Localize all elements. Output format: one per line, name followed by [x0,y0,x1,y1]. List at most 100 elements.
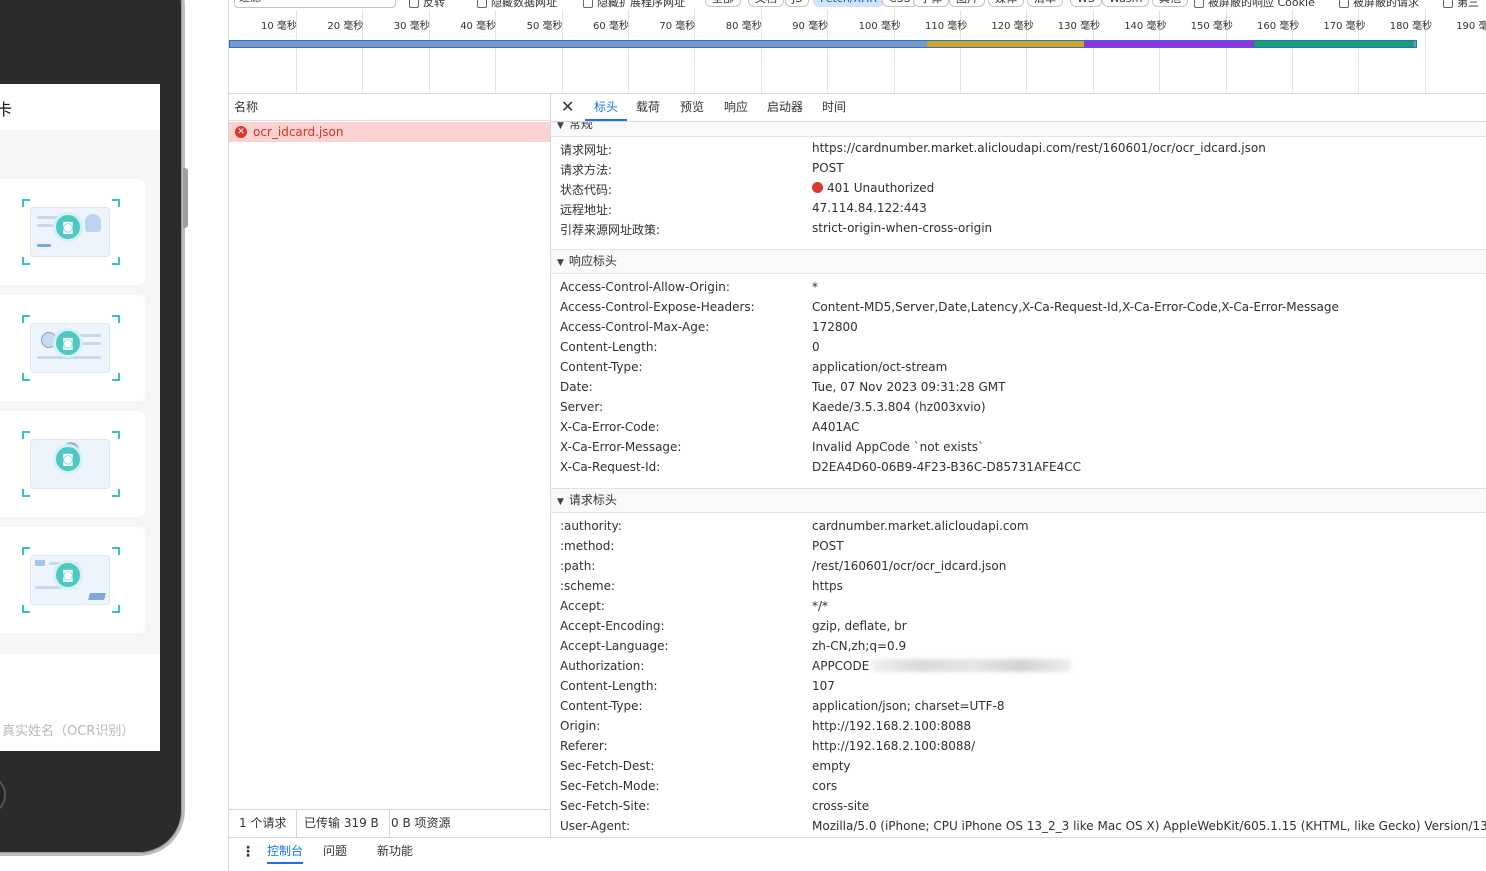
tab-initiator[interactable]: 启动器 [765,94,805,121]
tab-whats-new[interactable]: 新功能 [377,838,413,864]
header-value: Kaede/3.5.3.804 (hz003xvio) [812,400,986,414]
type-filter-pill[interactable]: 其他 [1152,0,1188,7]
header-value: * [812,280,818,294]
drawer-tabs: ⋮ 控制台 问题 新功能 [229,837,1486,871]
name-column-header[interactable]: 名称 [229,94,550,121]
type-filter-pill[interactable]: 媒体 [988,0,1024,7]
timeline-tick-label: 30 毫秒 [393,21,430,32]
type-filter-pill[interactable]: WS [1070,0,1102,7]
timeline-tick-label: 130 毫秒 [1057,21,1101,32]
details-tabs: ✕ 标头 载荷 预览 响应 启动器 时间 [551,94,1486,122]
bank-card-upload[interactable]: ◙ [0,527,145,633]
header-value: 107 [812,679,835,693]
timeline-tick-label: 140 毫秒 [1124,21,1167,32]
header-value: application/json; charset=UTF-8 [812,699,1005,713]
request-row[interactable]: ✕ ocr_idcard.json [229,122,550,142]
third-party-checkbox[interactable]: 第三 [1443,0,1479,10]
blocked-requests-checkbox[interactable]: 被屏蔽的请求 [1339,0,1419,10]
timeline-tick-label: 160 毫秒 [1257,21,1300,32]
header-name: Server: [560,400,604,414]
type-filter-pill[interactable]: 字体 [913,0,949,7]
type-filter-pill[interactable]: Wasm [1102,0,1150,7]
face-photo-upload[interactable]: ◙ [0,411,145,517]
header-name: Content-Type: [560,699,643,713]
header-value: */* [812,599,829,613]
status-error-icon [812,182,823,193]
camera-icon: ◙ [56,563,80,587]
timeline-tick-label: 40 毫秒 [460,21,497,32]
header-name: Access-Control-Max-Age: [560,320,710,334]
header-name: Content-Length: [560,340,658,354]
header-value: cors [812,779,838,793]
invert-checkbox[interactable]: 反转 [409,0,445,10]
type-filter-pill[interactable]: 全部 [705,0,741,7]
remote-address-value: 47.114.84.122:443 [812,201,927,215]
header-name: Content-Type: [560,360,643,374]
header-name: Referer: [560,739,608,753]
request-method-value: POST [812,161,844,175]
filter-input[interactable]: 过滤 [234,0,396,8]
tab-response[interactable]: 响应 [721,94,751,121]
redacted-blur [871,659,1072,672]
remote-address-label: 远程地址: [560,203,613,217]
type-filter-pill[interactable]: 文档 [748,0,784,7]
screen-title: 卡 [0,100,13,119]
status-code-label: 状态代码: [560,183,613,197]
blocked-cookies-checkbox[interactable]: 被屏蔽的响应 Cookie [1194,0,1315,10]
close-icon[interactable]: ✕ [561,97,574,116]
tab-preview[interactable]: 预览 [677,94,707,121]
timeline-tick-label: 80 毫秒 [725,21,762,32]
header-name: X-Ca-Request-Id: [560,460,661,474]
hide-data-urls-checkbox[interactable]: 隐藏数据网址 [477,0,557,10]
header-value: https [812,579,843,593]
request-url-label: 请求网址: [560,143,613,157]
header-value: Content-MD5,Server,Date,Latency,X-Ca-Req… [812,300,1339,314]
request-details: ✕ 标头 载荷 预览 响应 启动器 时间 ▼ 常规 请求网址: https://c… [551,94,1486,837]
phone-side-button [183,168,188,228]
header-value: A401AC [812,420,860,434]
type-filter-pill[interactable]: Fetch/XHR [813,0,884,7]
idcard-back-upload[interactable]: ◙ [0,295,145,401]
idcard-front-upload[interactable]: ◙ [0,179,145,285]
timeline-overview[interactable]: 10 毫秒 20 毫秒 30 毫秒 40 毫秒 50 毫秒 60 毫秒 70 毫秒 80 毫秒… [229,10,1486,94]
timeline-tick-label: 120 毫秒 [991,21,1034,32]
type-filter-pill[interactable]: JS [785,0,810,7]
header-value: Mozilla/5.0 (iPhone; CPU iPhone OS 13_2_… [812,819,1486,833]
hide-extension-urls-checkbox[interactable]: 隐藏扩展程序网址 [583,0,685,10]
error-icon: ✕ [235,126,247,138]
referrer-policy-value: strict-origin-when-cross-origin [812,221,993,235]
name-field-area: 真实姓名（OCR识别） [0,654,160,751]
response-headers-section-header[interactable]: ▼ 响应标头 [551,249,1486,274]
header-value: Invalid AppCode `not exists` [812,440,984,454]
header-value: application/oct-stream [812,360,948,374]
type-filter-pill[interactable]: 图片 [949,0,985,7]
request-list: 名称 ✕ ocr_idcard.json 1 个请求 已传输 319 B 0 B… [229,94,551,837]
header-value: cardnumber.market.alicloudapi.com [812,519,1029,533]
tab-payload[interactable]: 载荷 [633,94,663,121]
waterfall-download-segment [1084,41,1254,47]
request-headers-section-header[interactable]: ▼ 请求标头 [551,488,1486,513]
device-emulator: 卡 ◙ ◙ ◙ ◙ 真实姓名（OCR识别） [0,0,228,871]
header-name: X-Ca-Error-Code: [560,420,660,434]
tab-headers[interactable]: 标头 [585,94,627,121]
real-name-input[interactable]: 真实姓名（OCR识别） [2,720,134,739]
tab-console[interactable]: 控制台 [267,838,304,864]
screen-header: 卡 [0,84,160,130]
collapse-triangle-icon: ▼ [557,258,564,268]
header-name: Accept: [560,599,605,613]
header-name: Authorization: [560,659,645,673]
header-name: :method: [560,539,615,553]
timeline-tick-label: 90 毫秒 [792,21,829,32]
timeline-tick-label: 110 毫秒 [925,21,968,32]
header-name: Sec-Fetch-Dest: [560,759,655,773]
header-value: /rest/160601/ocr/ocr_idcard.json [812,559,1007,573]
more-menu-icon[interactable]: ⋮ [241,844,255,860]
header-name: :path: [560,559,596,573]
tab-issues[interactable]: 问题 [323,838,347,864]
resources-size: 0 B 项资源 [391,816,451,830]
scan-frame: ◙ [22,547,120,613]
type-filter-pill[interactable]: 清单 [1027,0,1063,7]
tab-timing[interactable]: 时间 [819,94,849,121]
timeline-tick-label: 170 毫秒 [1323,21,1366,32]
waterfall-content-segment [1254,41,1414,47]
